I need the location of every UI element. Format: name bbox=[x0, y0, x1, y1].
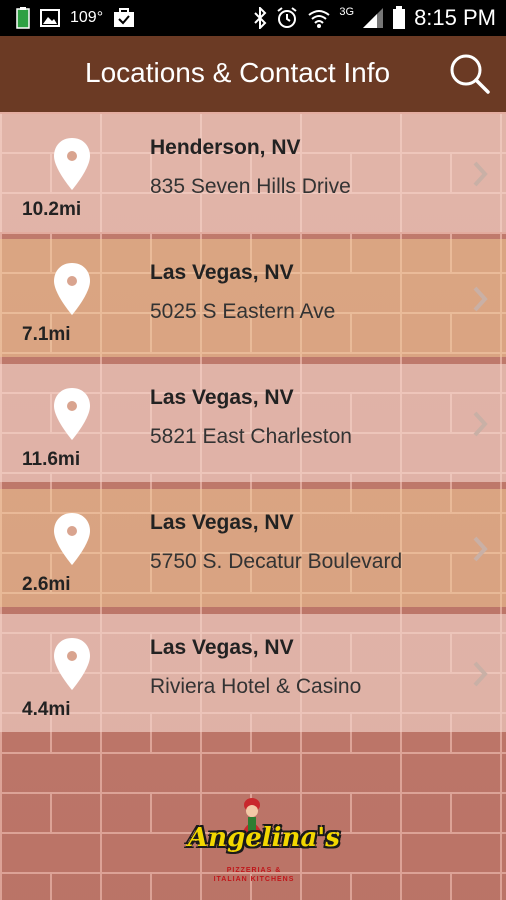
map-pin-icon bbox=[54, 513, 90, 565]
chevron-right-icon bbox=[473, 411, 488, 437]
location-city: Henderson, NV bbox=[150, 136, 301, 159]
location-row[interactable]: 4.4mi Las Vegas, NV Riviera Hotel & Casi… bbox=[0, 614, 506, 732]
location-address: 835 Seven Hills Drive bbox=[150, 175, 351, 198]
location-address: 5821 East Charleston bbox=[150, 425, 352, 448]
distance-text: 7.1mi bbox=[22, 324, 71, 345]
distance-text: 11.6mi bbox=[22, 449, 81, 470]
location-row[interactable]: 2.6mi Las Vegas, NV 5750 S. Decatur Boul… bbox=[0, 489, 506, 607]
briefcase-check-icon bbox=[114, 8, 135, 27]
distance-text: 2.6mi bbox=[22, 574, 71, 595]
app-bar: Locations & Contact Info bbox=[0, 36, 506, 112]
logo-tagline-2: ITALIAN KITCHENS bbox=[213, 876, 295, 883]
map-pin-icon bbox=[54, 263, 90, 315]
wifi-icon bbox=[308, 10, 330, 28]
status-bar: 109° 3G 8:15 PM bbox=[0, 0, 506, 36]
distance-text: 10.2mi bbox=[22, 199, 82, 220]
signal-icon bbox=[363, 8, 384, 28]
map-pin-icon bbox=[54, 638, 90, 690]
location-city: Las Vegas, NV bbox=[150, 386, 294, 409]
location-row[interactable]: 11.6mi Las Vegas, NV 5821 East Charlesto… bbox=[0, 364, 506, 482]
map-pin-icon bbox=[54, 388, 90, 440]
alarm-icon bbox=[277, 7, 297, 28]
chevron-right-icon bbox=[473, 286, 488, 312]
search-icon[interactable] bbox=[448, 52, 492, 96]
location-address: 5025 S Eastern Ave bbox=[150, 300, 336, 323]
chevron-right-icon bbox=[473, 661, 488, 687]
logo-tagline-1: PIZZERIAS & bbox=[226, 867, 282, 874]
angelinas-logo: Angelina's PIZZERIAS & ITALIAN KITCHENS bbox=[188, 795, 340, 890]
clock-text: 8:15 PM bbox=[414, 5, 496, 30]
location-city: Las Vegas, NV bbox=[150, 261, 294, 284]
battery-saver-icon bbox=[16, 7, 30, 29]
battery-icon bbox=[393, 6, 406, 29]
location-row[interactable]: 7.1mi Las Vegas, NV 5025 S Eastern Ave bbox=[0, 239, 506, 357]
network-type-text: 3G bbox=[339, 6, 355, 18]
logo-wordmark: Angelina's bbox=[188, 823, 340, 853]
chevron-right-icon bbox=[473, 161, 488, 187]
location-address: 5750 S. Decatur Boulevard bbox=[150, 550, 403, 573]
location-address: Riviera Hotel & Casino bbox=[150, 675, 362, 698]
page-title: Locations & Contact Info bbox=[85, 57, 391, 88]
map-pin-icon bbox=[54, 138, 90, 190]
temperature-text: 109° bbox=[70, 9, 104, 26]
distance-text: 4.4mi bbox=[22, 699, 71, 720]
chevron-right-icon bbox=[473, 536, 488, 562]
bluetooth-icon bbox=[254, 7, 267, 29]
location-city: Las Vegas, NV bbox=[150, 636, 294, 659]
location-city: Las Vegas, NV bbox=[150, 511, 294, 534]
location-row[interactable]: 10.2mi Henderson, NV 835 Seven Hills Dri… bbox=[0, 114, 506, 232]
image-icon bbox=[40, 9, 60, 27]
